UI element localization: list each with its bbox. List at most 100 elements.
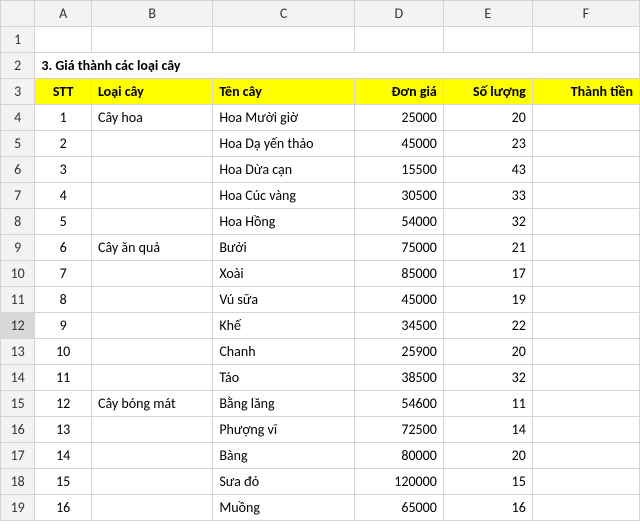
- cell-so-luong[interactable]: 32: [443, 209, 532, 235]
- row-header-8[interactable]: 8: [1, 209, 35, 235]
- col-header-d[interactable]: D: [354, 1, 443, 27]
- cell-thanh-tien[interactable]: [532, 313, 639, 339]
- col-header-a[interactable]: A: [35, 1, 92, 27]
- cell-thanh-tien[interactable]: [532, 287, 639, 313]
- cell-so-luong[interactable]: 15: [443, 469, 532, 495]
- cell-b1[interactable]: [91, 27, 212, 53]
- cell-a1[interactable]: [35, 27, 92, 53]
- cell-loai-cay[interactable]: [91, 495, 212, 521]
- cell-thanh-tien[interactable]: [532, 209, 639, 235]
- cell-thanh-tien[interactable]: [532, 261, 639, 287]
- cell-stt[interactable]: 1: [35, 105, 92, 131]
- cell-don-gia[interactable]: 75000: [354, 235, 443, 261]
- cell-don-gia[interactable]: 15500: [354, 157, 443, 183]
- cell-ten-cay[interactable]: Hoa Dừa cạn: [213, 157, 355, 183]
- cell-don-gia[interactable]: 45000: [354, 287, 443, 313]
- cell-ten-cay[interactable]: Hoa Mười giờ: [213, 105, 355, 131]
- col-header-b[interactable]: B: [91, 1, 212, 27]
- cell-so-luong[interactable]: 20: [443, 105, 532, 131]
- row-header-17[interactable]: 17: [1, 443, 35, 469]
- cell-so-luong[interactable]: 20: [443, 339, 532, 365]
- cell-don-gia[interactable]: 65000: [354, 495, 443, 521]
- cell-loai-cay[interactable]: [91, 157, 212, 183]
- cell-stt[interactable]: 11: [35, 365, 92, 391]
- cell-stt[interactable]: 5: [35, 209, 92, 235]
- cell-so-luong[interactable]: 14: [443, 417, 532, 443]
- cell-so-luong[interactable]: 22: [443, 313, 532, 339]
- cell-thanh-tien[interactable]: [532, 157, 639, 183]
- row-header-3[interactable]: 3: [1, 79, 35, 105]
- col-header-f[interactable]: F: [532, 1, 639, 27]
- cell-ten-cay[interactable]: Bằng lăng: [213, 391, 355, 417]
- col-header-e[interactable]: E: [443, 1, 532, 27]
- cell-stt[interactable]: 10: [35, 339, 92, 365]
- header-thanh-tien[interactable]: Thành tiền: [532, 79, 639, 105]
- row-header-15[interactable]: 15: [1, 391, 35, 417]
- cell-stt[interactable]: 6: [35, 235, 92, 261]
- cell-don-gia[interactable]: 72500: [354, 417, 443, 443]
- cell-loai-cay[interactable]: [91, 209, 212, 235]
- cell-loai-cay[interactable]: [91, 365, 212, 391]
- row-header-13[interactable]: 13: [1, 339, 35, 365]
- cell-stt[interactable]: 9: [35, 313, 92, 339]
- cell-so-luong[interactable]: 33: [443, 183, 532, 209]
- cell-f1[interactable]: [532, 27, 639, 53]
- cell-ten-cay[interactable]: Xoài: [213, 261, 355, 287]
- header-don-gia[interactable]: Đơn giá: [354, 79, 443, 105]
- col-header-c[interactable]: C: [213, 1, 355, 27]
- cell-e1[interactable]: [443, 27, 532, 53]
- cell-don-gia[interactable]: 38500: [354, 365, 443, 391]
- cell-stt[interactable]: 15: [35, 469, 92, 495]
- cell-loai-cay[interactable]: [91, 131, 212, 157]
- cell-so-luong[interactable]: 21: [443, 235, 532, 261]
- cell-ten-cay[interactable]: Bưởi: [213, 235, 355, 261]
- cell-d1[interactable]: [354, 27, 443, 53]
- cell-loai-cay[interactable]: [91, 287, 212, 313]
- row-header-4[interactable]: 4: [1, 105, 35, 131]
- row-header-18[interactable]: 18: [1, 469, 35, 495]
- row-header-5[interactable]: 5: [1, 131, 35, 157]
- cell-loai-cay[interactable]: [91, 261, 212, 287]
- row-header-14[interactable]: 14: [1, 365, 35, 391]
- cell-loai-cay[interactable]: Cây bóng mát: [91, 391, 212, 417]
- row-header-12[interactable]: 12: [1, 313, 35, 339]
- cell-stt[interactable]: 8: [35, 287, 92, 313]
- header-stt[interactable]: STT: [35, 79, 92, 105]
- cell-loai-cay[interactable]: [91, 339, 212, 365]
- cell-thanh-tien[interactable]: [532, 235, 639, 261]
- section-title[interactable]: 3. Giá thành các loại cây: [35, 53, 640, 79]
- cell-thanh-tien[interactable]: [532, 469, 639, 495]
- select-all-corner[interactable]: [1, 1, 35, 27]
- cell-ten-cay[interactable]: Táo: [213, 365, 355, 391]
- cell-don-gia[interactable]: 34500: [354, 313, 443, 339]
- cell-don-gia[interactable]: 25000: [354, 105, 443, 131]
- cell-loai-cay[interactable]: [91, 313, 212, 339]
- cell-stt[interactable]: 13: [35, 417, 92, 443]
- row-header-9[interactable]: 9: [1, 235, 35, 261]
- cell-ten-cay[interactable]: Phượng vĩ: [213, 417, 355, 443]
- cell-so-luong[interactable]: 32: [443, 365, 532, 391]
- cell-ten-cay[interactable]: Hoa Cúc vàng: [213, 183, 355, 209]
- cell-stt[interactable]: 12: [35, 391, 92, 417]
- cell-don-gia[interactable]: 25900: [354, 339, 443, 365]
- cell-thanh-tien[interactable]: [532, 365, 639, 391]
- cell-don-gia[interactable]: 80000: [354, 443, 443, 469]
- cell-don-gia[interactable]: 45000: [354, 131, 443, 157]
- row-header-19[interactable]: 19: [1, 495, 35, 521]
- header-ten-cay[interactable]: Tên cây: [213, 79, 355, 105]
- cell-c1[interactable]: [213, 27, 355, 53]
- cell-loai-cay[interactable]: [91, 183, 212, 209]
- cell-ten-cay[interactable]: Hoa Dạ yến thảo: [213, 131, 355, 157]
- row-header-6[interactable]: 6: [1, 157, 35, 183]
- cell-thanh-tien[interactable]: [532, 339, 639, 365]
- cell-thanh-tien[interactable]: [532, 495, 639, 521]
- cell-thanh-tien[interactable]: [532, 443, 639, 469]
- cell-thanh-tien[interactable]: [532, 417, 639, 443]
- cell-so-luong[interactable]: 16: [443, 495, 532, 521]
- cell-ten-cay[interactable]: Vú sữa: [213, 287, 355, 313]
- cell-loai-cay[interactable]: Cây hoa: [91, 105, 212, 131]
- cell-ten-cay[interactable]: Khế: [213, 313, 355, 339]
- cell-ten-cay[interactable]: Sưa đỏ: [213, 469, 355, 495]
- cell-ten-cay[interactable]: Hoa Hồng: [213, 209, 355, 235]
- cell-stt[interactable]: 16: [35, 495, 92, 521]
